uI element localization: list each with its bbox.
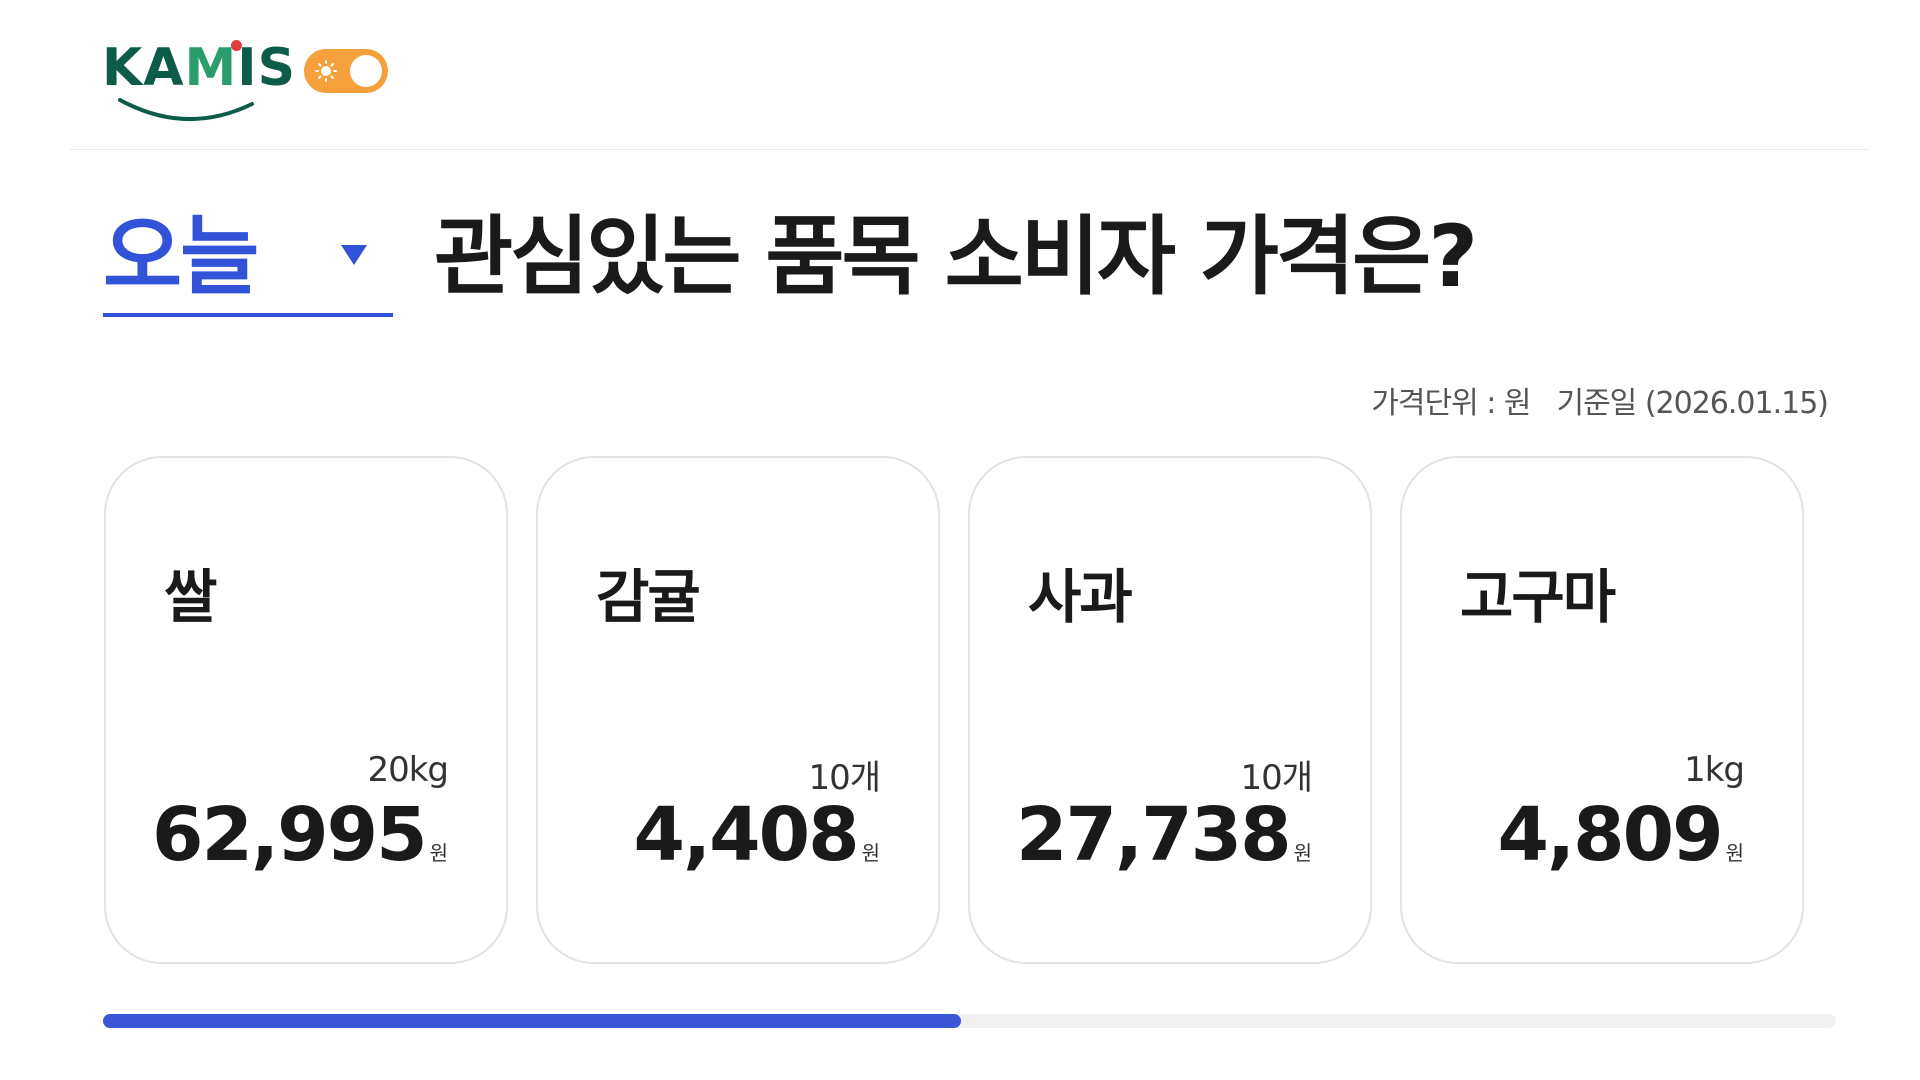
item-currency: 원 <box>1725 841 1744 865</box>
item-price: 4,408 <box>633 792 860 878</box>
item-name: 쌀 <box>164 563 217 631</box>
kamis-logo[interactable]: KAMIS <box>102 36 297 121</box>
item-price: 4,809 <box>1497 792 1724 878</box>
item-currency: 원 <box>429 841 448 865</box>
toggle-knob <box>350 55 382 87</box>
logo-dot <box>231 40 242 51</box>
period-value: 오늘 <box>103 207 259 307</box>
header: KAMIS <box>70 0 1870 150</box>
price-card-rice[interactable]: 쌀 20kg 62,995 원 <box>104 456 508 964</box>
carousel-progress[interactable] <box>103 1014 1836 1028</box>
dropdown-arrow-icon <box>341 245 367 265</box>
page: KAMIS 오늘 관심있는 품목 소비자 가격은? 가격단위: 원 기준일 (… <box>0 0 1920 1080</box>
item-price: 62,995 <box>152 792 428 878</box>
item-name: 고구마 <box>1460 563 1616 631</box>
period-select[interactable]: 오늘 <box>103 205 393 317</box>
logo-wordmark: KAMIS <box>102 38 297 98</box>
item-name: 사과 <box>1028 563 1133 631</box>
page-title: 관심있는 품목 소비자 가격은? <box>434 207 1478 307</box>
price-meta: 가격단위 : 원 기준일 (2026.01.15) <box>1371 378 1829 422</box>
price-card-apple[interactable]: 사과 10개 27,738 원 <box>968 456 1372 964</box>
item-price-row: 4,809 원 <box>1498 792 1744 878</box>
item-name: 감귤 <box>596 563 701 631</box>
price-unit-label: 가격단위 : 원 <box>1371 386 1531 421</box>
item-price-row: 4,408 원 <box>634 792 880 878</box>
item-currency: 원 <box>861 841 880 865</box>
base-date-label: 기준일 (2026.01.15) <box>1556 386 1829 421</box>
item-unit: 20kg <box>367 750 449 790</box>
price-card-tangerine[interactable]: 감귤 10개 4,408 원 <box>536 456 940 964</box>
item-currency: 원 <box>1293 841 1312 865</box>
item-price: 27,738 <box>1016 792 1292 878</box>
theme-toggle[interactable] <box>304 49 388 93</box>
price-card-sweet-potato[interactable]: 고구마 1kg 4,809 원 <box>1400 456 1804 964</box>
carousel-progress-fill <box>103 1014 961 1028</box>
item-price-row: 62,995 원 <box>152 792 448 878</box>
item-price-row: 27,738 원 <box>1016 792 1312 878</box>
item-unit: 1kg <box>1684 750 1745 790</box>
sun-icon <box>315 60 337 82</box>
price-cards: 쌀 20kg 62,995 원 감귤 10개 4,408 원 사과 10개 27… <box>104 456 1804 964</box>
logo-swoosh-icon <box>118 98 254 121</box>
